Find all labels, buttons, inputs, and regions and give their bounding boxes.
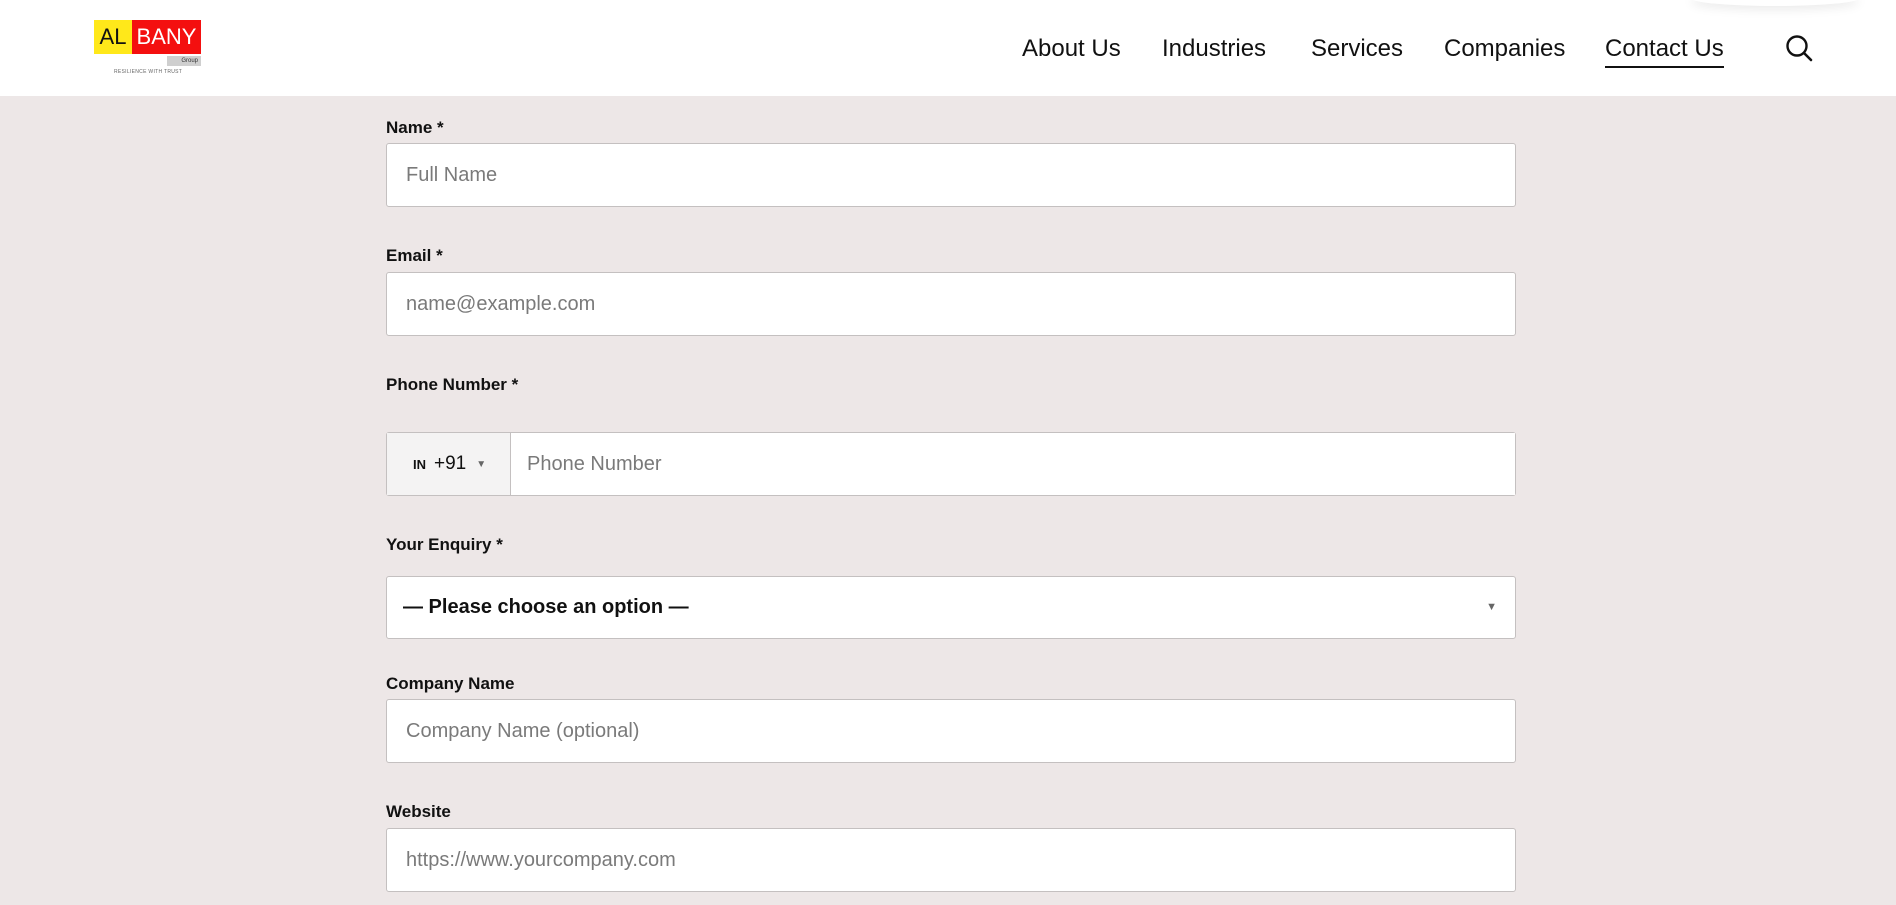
chevron-down-icon: ▼ bbox=[476, 458, 487, 470]
email-label: Email * bbox=[386, 246, 443, 265]
phone-label: Phone Number * bbox=[386, 375, 519, 394]
enquiry-selected-value: — Please choose an option — bbox=[403, 596, 689, 618]
website-field[interactable] bbox=[386, 828, 1516, 892]
site-header: AL BANY Group RESILIENCE WITH TRUST Abou… bbox=[0, 0, 1896, 96]
logo-left-text: AL bbox=[94, 20, 132, 54]
logo-right-text: BANY bbox=[132, 20, 201, 54]
country-code: +91 bbox=[434, 453, 467, 474]
name-label: Name * bbox=[386, 118, 444, 137]
albany-logo[interactable]: AL BANY Group RESILIENCE WITH TRUST bbox=[94, 20, 201, 76]
nav-item-about-us[interactable]: About Us bbox=[1022, 32, 1121, 66]
search-icon[interactable] bbox=[1784, 33, 1814, 63]
country-code-selector[interactable]: IN +91 ▼ bbox=[387, 433, 511, 495]
nav-item-companies[interactable]: Companies bbox=[1444, 32, 1565, 66]
name-field[interactable] bbox=[386, 143, 1516, 207]
nav-item-services[interactable]: Services bbox=[1311, 32, 1403, 66]
logo-tagline: RESILIENCE WITH TRUST bbox=[114, 69, 183, 75]
logo-mark: AL BANY bbox=[94, 20, 201, 54]
country-flag-icon: IN bbox=[413, 456, 426, 472]
website-label: Website bbox=[386, 802, 451, 821]
nav-item-contact-us[interactable]: Contact Us bbox=[1605, 32, 1724, 68]
enquiry-label: Your Enquiry * bbox=[386, 535, 503, 554]
company-label: Company Name bbox=[386, 674, 515, 693]
header-shadow-decoration bbox=[1690, 0, 1860, 6]
nav-item-industries[interactable]: Industries bbox=[1162, 32, 1266, 66]
company-name-field[interactable] bbox=[386, 699, 1516, 763]
phone-number-field[interactable] bbox=[511, 433, 1515, 495]
phone-field-group: IN +91 ▼ bbox=[386, 432, 1516, 496]
enquiry-select[interactable]: — Please choose an option — ▼ bbox=[386, 576, 1516, 639]
chevron-down-icon: ▼ bbox=[1486, 601, 1497, 613]
logo-sub-text: Group bbox=[167, 56, 201, 66]
email-field[interactable] bbox=[386, 272, 1516, 336]
